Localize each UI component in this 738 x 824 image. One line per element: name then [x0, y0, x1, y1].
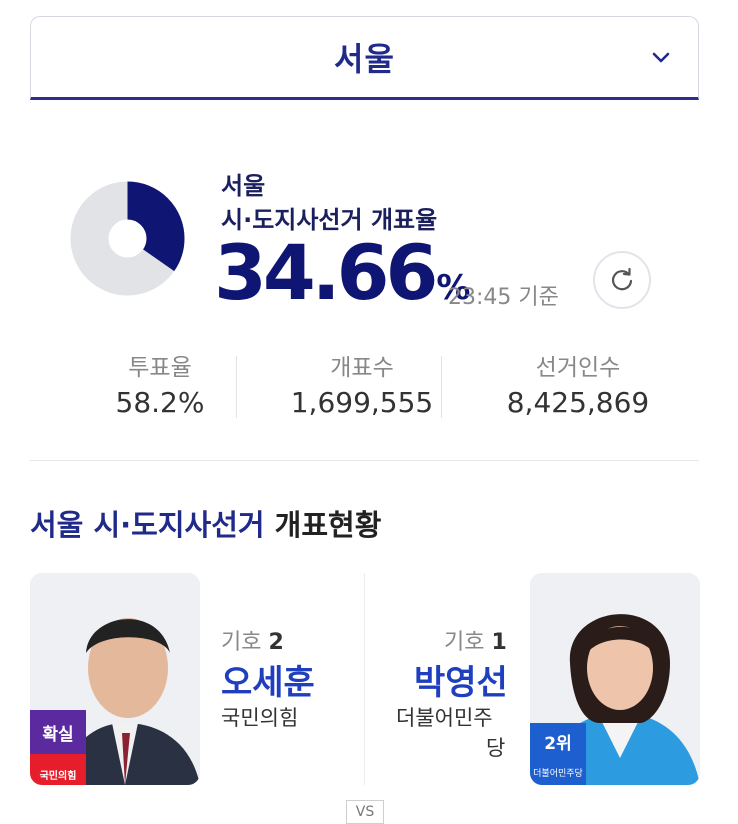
- count-rate: 34.66%: [214, 228, 470, 333]
- candidate-number: 기호 1: [444, 624, 507, 656]
- candidate-number-value: 2: [268, 630, 284, 655]
- candidate-party: 국민의힘: [221, 706, 299, 730]
- refresh-button[interactable]: [593, 251, 651, 309]
- candidate-photo-park[interactable]: 2위 더불어민주당: [530, 573, 700, 785]
- section-title: 서울 시·도지사선거 개표현황: [30, 502, 381, 544]
- chevron-down-icon: [652, 52, 670, 63]
- status-badge: 확실: [30, 710, 86, 754]
- section-title-status: 개표현황: [274, 508, 382, 542]
- party-logo-ppp: 국민의힘: [30, 754, 86, 785]
- candidate-number-label: 기호: [444, 630, 485, 655]
- stat-label: 개표수: [330, 355, 394, 381]
- refresh-icon: [611, 267, 633, 291]
- stat-label: 선거인수: [535, 355, 621, 381]
- stat-divider: [441, 356, 442, 418]
- party-logo-dp: 더불어민주당: [530, 759, 586, 785]
- stats-row: 투표율 58.2% 개표수 1,699,555 선거인수 8,425,869: [30, 348, 699, 420]
- candidate-name[interactable]: 오세훈: [221, 655, 315, 704]
- stat-value: 1,699,555: [290, 386, 434, 419]
- stat-value: 8,425,869: [506, 386, 650, 419]
- candidate-number: 기호 2: [221, 624, 284, 656]
- region-select-value: 서울: [334, 40, 395, 78]
- candidate-photo-oh[interactable]: 확실 국민의힘: [30, 573, 200, 785]
- candidate-number-value: 1: [491, 630, 507, 655]
- count-rate-value: 34.66: [214, 228, 438, 317]
- rank-badge: 2위: [530, 723, 586, 759]
- stat-value: 58.2%: [115, 386, 205, 419]
- stat-label: 투표율: [128, 355, 192, 381]
- vs-label: VS: [346, 800, 384, 824]
- region-select[interactable]: 서울: [30, 16, 699, 100]
- candidate-number-label: 기호: [221, 630, 262, 655]
- stat-turnout: 투표율 58.2%: [90, 348, 230, 419]
- section-title-election: 서울 시·도지사선거: [30, 508, 265, 542]
- as-of-time: 23:45 기준: [448, 285, 559, 310]
- candidate-divider: [364, 573, 365, 785]
- summary-region: 서울: [221, 172, 266, 200]
- count-rate-donut: [70, 181, 185, 296]
- stat-divider: [236, 356, 237, 418]
- candidate-name[interactable]: 박영선: [414, 655, 508, 704]
- stat-counted: 개표수 1,699,555: [262, 348, 462, 419]
- section-divider: [30, 460, 699, 461]
- candidate-party: 더불어민주: [396, 706, 493, 730]
- stat-electorate: 선거인수 8,425,869: [468, 348, 688, 419]
- candidate-party-cont: 당: [486, 736, 506, 760]
